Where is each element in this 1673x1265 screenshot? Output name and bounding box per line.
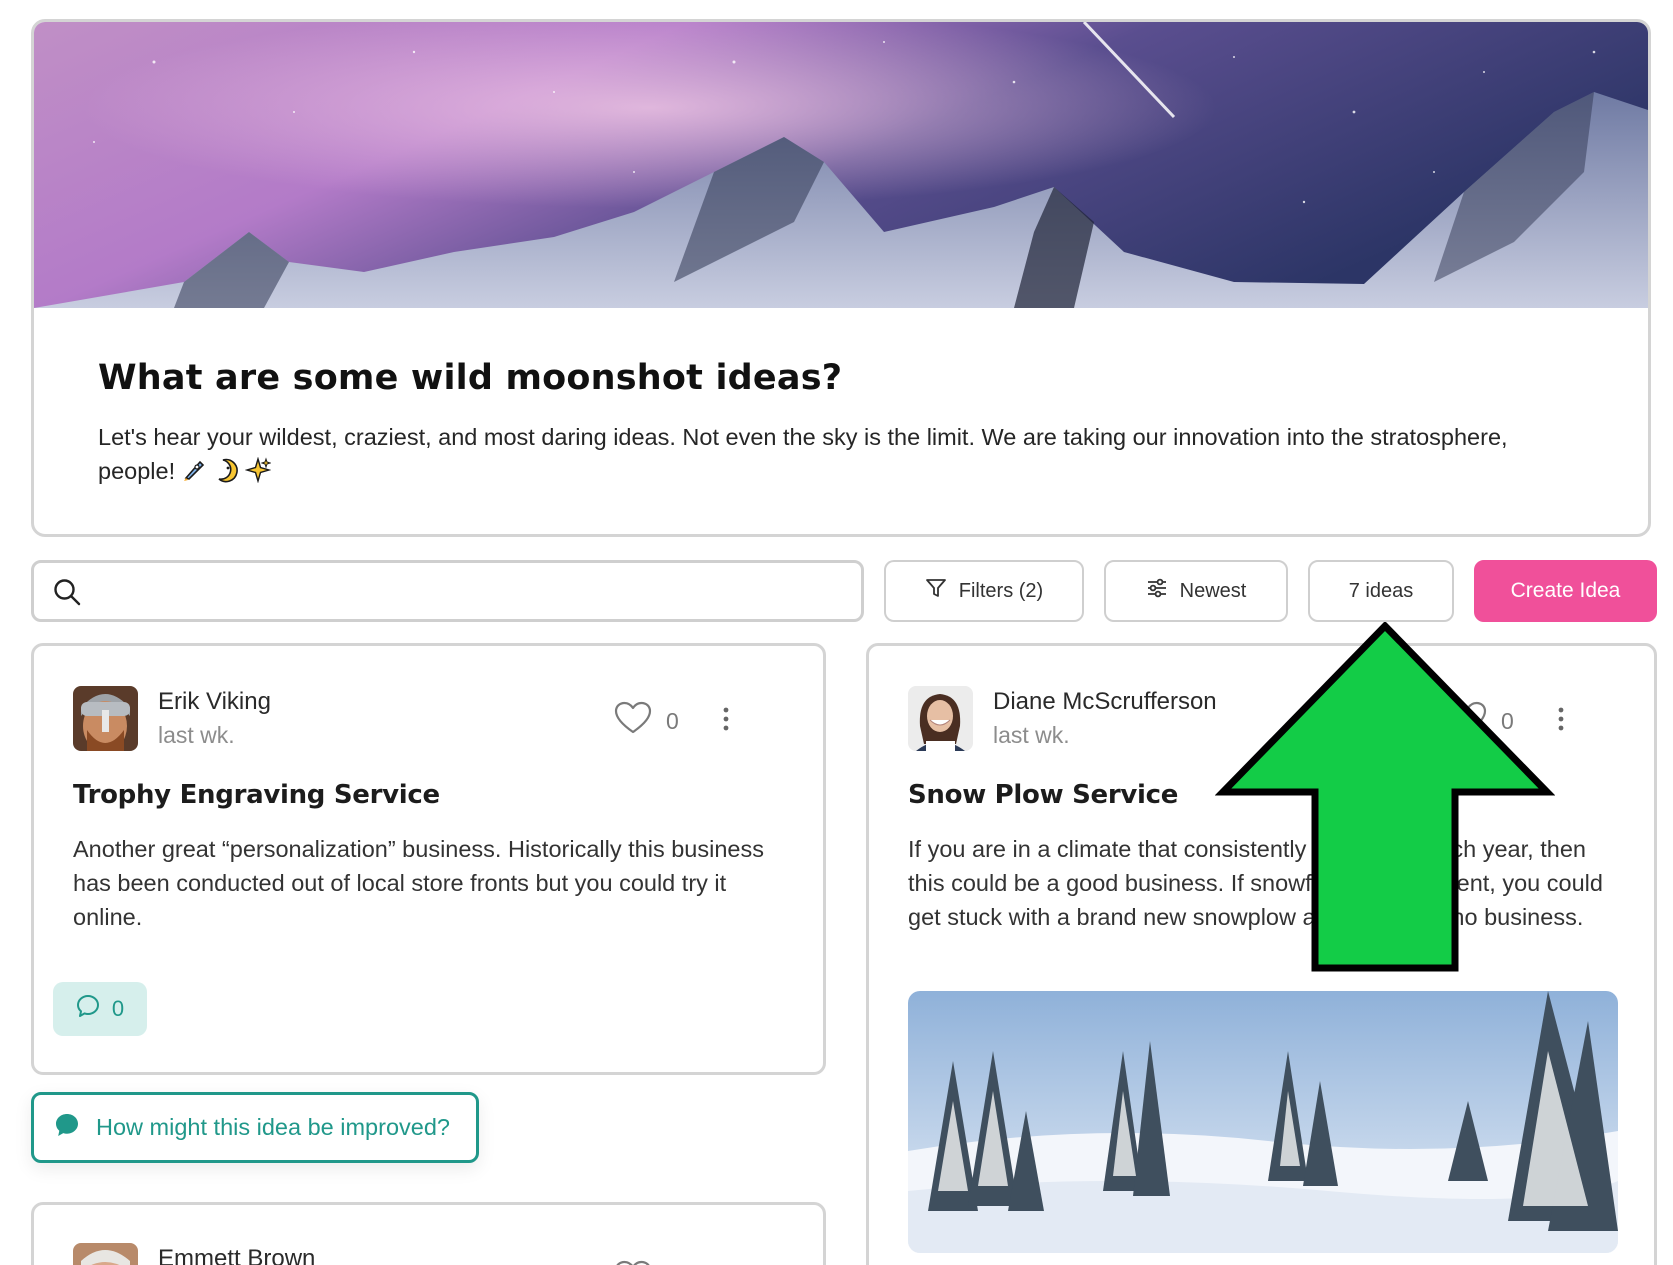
more-options-button[interactable] <box>1557 706 1565 737</box>
filter-icon <box>925 577 947 605</box>
rocket-emoji <box>181 457 207 492</box>
avatar[interactable] <box>908 686 973 751</box>
idea-title[interactable]: Snow Plow Service <box>908 780 1178 810</box>
idea-image[interactable] <box>908 991 1618 1253</box>
author-name[interactable]: Emmett Brown <box>158 1243 315 1265</box>
author-row: Emmett Brown <box>73 1243 315 1265</box>
post-time: last wk. <box>158 722 235 748</box>
comments-button[interactable]: 0 <box>53 982 147 1036</box>
sort-button[interactable]: Newest <box>1104 560 1288 622</box>
filters-button[interactable]: Filters (2) <box>884 560 1084 622</box>
search-icon <box>52 577 82 612</box>
idea-card[interactable]: Erik Viking last wk. 0 Trophy Engraving … <box>31 643 826 1075</box>
sort-label: Newest <box>1179 579 1247 602</box>
improve-idea-label: How might this idea be improved? <box>96 1114 450 1140</box>
heart-icon <box>614 1260 652 1265</box>
create-idea-button[interactable]: Create Idea <box>1474 560 1657 622</box>
board-header-card: What are some wild moonshot ideas? Let's… <box>31 19 1651 537</box>
author-row: Erik Viking last wk. <box>73 686 271 752</box>
create-idea-label: Create Idea <box>1510 579 1621 602</box>
author-name[interactable]: Diane McScrufferson <box>993 686 1217 718</box>
banner-image <box>34 22 1648 308</box>
author-row: Diane McScrufferson last wk. <box>908 686 1217 752</box>
moon-emoji <box>213 457 239 492</box>
like-button[interactable] <box>614 1260 652 1265</box>
filters-label: Filters (2) <box>958 579 1044 602</box>
idea-count-button[interactable]: 7 ideas <box>1308 560 1454 622</box>
page-description: Let's hear your wildest, craziest, and m… <box>98 424 1508 484</box>
improve-idea-button[interactable]: How might this idea be improved? <box>31 1092 479 1163</box>
search-input[interactable] <box>31 560 864 622</box>
idea-count-label: 7 ideas <box>1348 579 1414 602</box>
like-button[interactable]: 0 <box>614 701 679 741</box>
post-time: last wk. <box>993 722 1070 748</box>
page-title: What are some wild moonshot ideas? <box>98 358 843 398</box>
idea-toolbar: Filters (2) Newest 7 ideas Create Idea <box>0 560 1673 622</box>
chat-bubble-icon <box>54 1112 80 1144</box>
idea-card[interactable]: Emmett Brown <box>31 1202 826 1265</box>
like-count: 0 <box>666 707 679 734</box>
idea-body: Another great “personalization” business… <box>73 836 764 930</box>
more-vertical-icon <box>722 707 730 736</box>
idea-title[interactable]: Trophy Engraving Service <box>73 780 440 810</box>
sliders-icon <box>1146 577 1168 605</box>
more-options-button[interactable] <box>722 706 730 737</box>
avatar[interactable] <box>73 686 138 751</box>
sparkles-emoji <box>244 456 272 492</box>
more-vertical-icon <box>1557 707 1565 736</box>
annotation-arrow-icon <box>1214 620 1556 979</box>
comment-icon <box>76 994 100 1024</box>
author-name[interactable]: Erik Viking <box>158 686 271 718</box>
avatar[interactable] <box>73 1243 138 1265</box>
comment-count: 0 <box>111 996 125 1021</box>
heart-icon <box>614 701 652 741</box>
